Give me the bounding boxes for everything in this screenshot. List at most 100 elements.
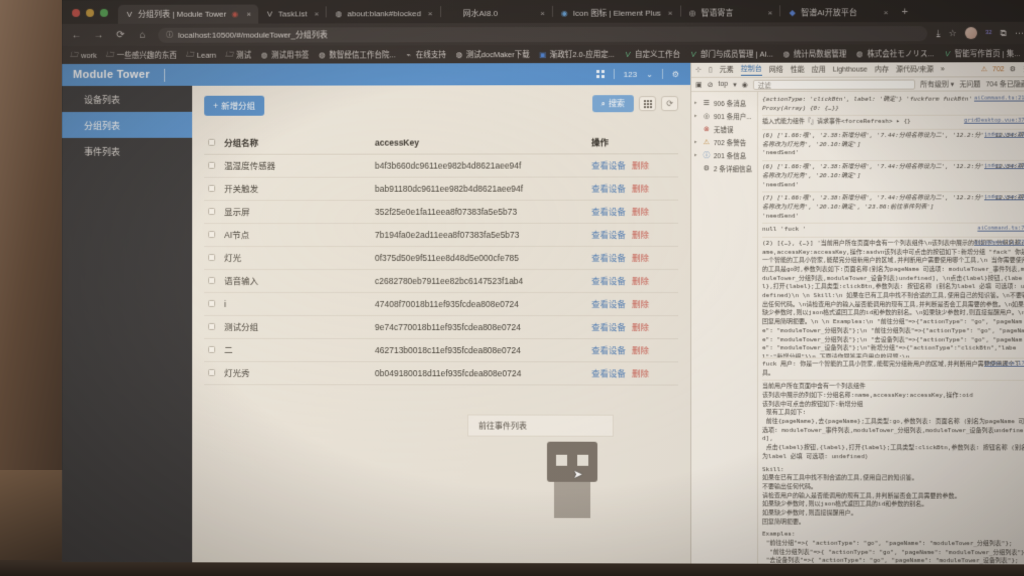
log-source-link[interactable]: gridDesktop.vue:370 (964, 118, 1024, 126)
row-checkbox[interactable] (208, 323, 216, 331)
table-row[interactable]: 开关触发 bab91180dc9611ee982b4d8621aee94f 查看… (204, 176, 679, 201)
row-checkbox[interactable] (208, 207, 216, 215)
bookmark-item[interactable]: ◍ 数智经信工作台院... (318, 49, 396, 60)
devtools-tab-console[interactable]: 控制台 (740, 63, 762, 76)
devtools-tab-elements[interactable]: 元素 (719, 65, 733, 75)
log-level-selector[interactable]: 所有级别 ▾ (920, 79, 954, 89)
browser-tab[interactable]: 网水AI8.0 × (441, 4, 552, 23)
chevron-down-icon[interactable]: ⌄ (646, 69, 653, 78)
download-icon[interactable]: ⤓ (936, 28, 940, 39)
row-checkbox[interactable] (208, 161, 216, 169)
log-source-link[interactable]: index.vue:222 (984, 163, 1024, 171)
bookmark-item[interactable]: ◍ 株式会社モノリス... (856, 48, 935, 59)
close-window-button[interactable] (72, 8, 81, 17)
chevron-right-icon[interactable]: ▸ (694, 139, 699, 145)
delete-link[interactable]: 删除 (632, 367, 649, 379)
warning-triangle-icon[interactable]: ⚠ (981, 65, 987, 73)
home-icon[interactable]: ⌂ (136, 29, 149, 40)
console-sidebar-item-errors[interactable]: ⊗ 无错误 (694, 122, 754, 135)
inspect-element-icon[interactable]: ⊹ (695, 66, 701, 74)
chevron-right-icon[interactable]: ▸ (694, 113, 699, 119)
back-arrow-icon[interactable]: ← (70, 29, 83, 40)
console-log-entry[interactable]: index.vue:222 (6) ['1.66:哦', '2.38:新增分组'… (762, 129, 1024, 162)
bookmark-item[interactable]: 🗀 一些感兴趣的东西 (106, 48, 177, 61)
forward-arrow-icon[interactable]: → (92, 29, 105, 40)
table-row[interactable]: 二 462713b0018c11ef935fcdea808e0724 查看设备删… (204, 338, 679, 362)
tab-close-icon[interactable]: × (314, 9, 319, 18)
console-log-entry[interactable]: aiCommand.ts:213 {actionType: 'clickBtn'… (762, 93, 1024, 117)
devtools-tab-performance[interactable]: 性能 (790, 65, 804, 75)
delete-link[interactable]: 删除 (632, 159, 649, 171)
devtools-tabs-overflow[interactable]: » (941, 66, 945, 73)
log-source-link[interactable]: aiCommand.ts:75 (978, 226, 1024, 234)
sidebar-item-device-list[interactable]: 设备列表 (62, 86, 192, 112)
bookmark-item[interactable]: ⌁ 在线支持 (405, 49, 447, 60)
console-log-entry[interactable]: index.vue:222 (6) ['1.66:哦', '2.38:新增分组'… (762, 161, 1024, 193)
bookmark-item[interactable]: ◍ 统计局数据管理 (782, 48, 847, 59)
chevron-down-icon[interactable]: ▾ (733, 80, 737, 88)
row-checkbox[interactable] (208, 253, 216, 261)
browser-tab[interactable]: V 分组列表 | Module Tower ◉ × (118, 4, 259, 24)
delete-link[interactable]: 删除 (632, 344, 649, 356)
console-filter-input[interactable]: 过滤 (752, 79, 916, 90)
bookmark-item[interactable]: V 自定义工作台 (624, 48, 680, 59)
split-screen-icon[interactable]: ⧉ (1000, 27, 1007, 38)
select-all-checkbox[interactable] (208, 138, 216, 146)
browser-tab[interactable]: ◎ 智语寄言 × (681, 3, 780, 22)
browser-tab[interactable]: ◍ about:blank#blocked × (327, 4, 440, 23)
delete-link[interactable]: 删除 (632, 298, 649, 310)
devtools-tab-application[interactable]: 应用 (812, 65, 826, 75)
bookmark-item[interactable]: 🗀 work (70, 48, 97, 61)
view-devices-link[interactable]: 查看设备 (591, 206, 625, 218)
profile-avatar[interactable] (964, 26, 978, 40)
device-toolbar-icon[interactable]: ▯ (708, 66, 712, 74)
table-row[interactable]: 灯光秀 0b049180018d11ef935fcdea808e0724 查看设… (204, 361, 679, 386)
table-row[interactable]: 语音输入 c2682780eb7911ee82bc6147523f1ab4 查看… (204, 269, 679, 293)
log-source-link[interactable]: aiCommand.ts:221 (974, 240, 1024, 248)
bookmark-item[interactable]: ◍ 测试用书签 (260, 49, 309, 60)
columns-settings-button[interactable] (638, 96, 657, 112)
table-row[interactable]: i 47408f70018b11ef935fcdea808e0724 查看设备删… (204, 292, 679, 316)
live-expression-icon[interactable]: ◉ (742, 80, 748, 88)
delete-link[interactable]: 删除 (632, 321, 649, 333)
console-log-entry[interactable]: index.vue:177 fuck 用户: 你是一个智能的工具小管家,能帮完分… (762, 358, 1024, 382)
console-log-entry[interactable]: aiCommand.ts:75 null 'fuck ' (762, 223, 1024, 238)
console-log-entry[interactable]: aiCommand.ts:221 (2) [{…}, {…}] '当前用户所在页… (762, 237, 1024, 359)
table-row[interactable]: AI节点 7b194fa0e2ad11eea8f07383fa5e5b73 查看… (204, 223, 679, 247)
console-context-selector[interactable]: top (718, 81, 728, 88)
row-checkbox[interactable] (208, 346, 216, 354)
delete-link[interactable]: 删除 (632, 229, 649, 241)
console-sidebar-item-user[interactable]: ▸ ◎ 901 条用户... (694, 109, 754, 122)
console-sidebar-item-warnings[interactable]: ▸ ⚠ 702 条警告 (694, 135, 754, 148)
view-devices-link[interactable]: 查看设备 (591, 275, 625, 287)
bookmark-item[interactable]: V 智能写作首页 | 集... (943, 48, 1021, 59)
table-row[interactable]: 显示屏 352f25e0e1fa11eea8f07383fa5e5b73 查看设… (204, 200, 679, 224)
console-sidebar-item-info[interactable]: ▸ ⓘ 201 条信息 (694, 148, 754, 161)
log-source-link[interactable]: aiCommand.ts:213 (974, 95, 1024, 103)
maximize-window-button[interactable] (100, 8, 109, 17)
view-devices-link[interactable]: 查看设备 (591, 183, 625, 195)
gear-icon[interactable]: ⚙ (1009, 65, 1015, 73)
view-devices-link[interactable]: 查看设备 (591, 321, 625, 333)
tab-close-icon[interactable]: × (884, 8, 889, 17)
sidebar-item-group-list[interactable]: 分组列表 (62, 111, 193, 138)
agent-robot-avatar[interactable]: ➤ (547, 441, 598, 519)
table-row[interactable]: 测试分组 9e74c770018b11ef935fcdea808e0724 查看… (204, 315, 679, 339)
star-icon[interactable]: ☆ (949, 28, 957, 39)
delete-link[interactable]: 删除 (632, 182, 649, 194)
tab-close-icon[interactable]: × (246, 10, 251, 19)
sidebar-item-event-list[interactable]: 事件列表 (62, 138, 192, 164)
view-devices-link[interactable]: 查看设备 (591, 229, 625, 241)
tab-close-icon[interactable]: × (668, 9, 673, 18)
row-checkbox[interactable] (208, 369, 216, 377)
minimize-window-button[interactable] (86, 8, 95, 17)
row-checkbox[interactable] (208, 276, 216, 285)
delete-link[interactable]: 删除 (632, 206, 649, 218)
view-devices-link[interactable]: 查看设备 (591, 344, 625, 356)
console-sidebar-item-messages[interactable]: ▸ ☰ 906 条消息 (694, 96, 754, 109)
table-row[interactable]: 灯光 0f375d50e9f511ee8d48d5e000cfe785 查看设备… (204, 246, 679, 270)
row-checkbox[interactable] (208, 230, 216, 238)
bookmark-item[interactable]: V 部门与成员管理 | AI... (689, 48, 773, 59)
devtools-tab-sources[interactable]: 源代码/来源 (896, 64, 934, 74)
window-traffic-lights[interactable] (62, 8, 118, 24)
